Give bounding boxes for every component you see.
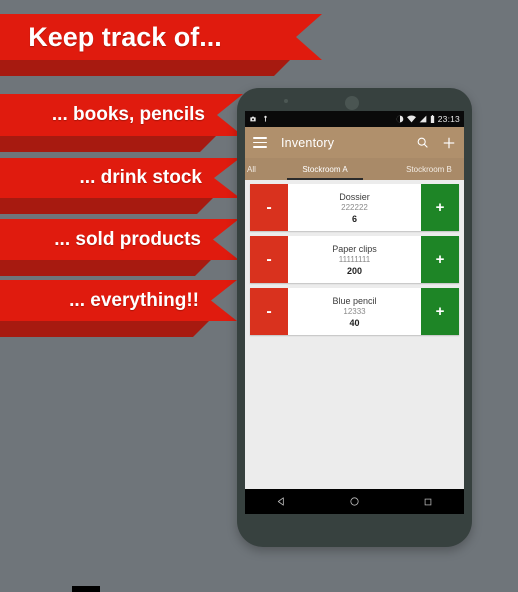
item-name: Dossier [339, 191, 370, 202]
table-row[interactable]: - Blue pencil 12333 40 + [250, 288, 459, 335]
promo-ribbon-text: ... books, pencils [51, 104, 205, 125]
app-bar: Inventory [245, 127, 464, 158]
screenshot-icon [249, 115, 257, 123]
table-row[interactable]: - Dossier 222222 6 + [250, 184, 459, 231]
promo-ribbon-band: ... sold products [0, 219, 239, 260]
status-bar-left-icons [249, 115, 269, 123]
battery-icon [430, 115, 435, 123]
tab-bar: All Stockroom A Stockroom B [245, 158, 464, 180]
promo-ribbon-text: ... everything!! [69, 289, 199, 311]
plus-icon[interactable] [442, 136, 456, 150]
recents-square-icon[interactable] [423, 497, 433, 507]
promo-ribbon-band: ... drink stock [0, 158, 240, 198]
promo-ribbon-fold [0, 60, 290, 76]
item-info: Paper clips 11111111 200 [288, 236, 421, 283]
tab-all[interactable]: All [245, 158, 273, 180]
usb-icon [262, 115, 269, 123]
increment-button[interactable]: + [421, 184, 459, 231]
promo-ribbon: Keep track of... [0, 14, 322, 60]
inventory-list: - Dossier 222222 6 + - Paper clips 11111… [245, 180, 464, 335]
android-nav-bar [245, 489, 464, 514]
promo-ribbon-band: ... everything!! [0, 280, 237, 321]
app-bar-actions [416, 136, 456, 150]
phone-top-bezel [237, 88, 472, 111]
status-bar-clock: 23:13 [437, 114, 460, 124]
sensor-icon [284, 99, 288, 103]
item-name: Paper clips [332, 243, 377, 254]
item-info: Dossier 222222 6 [288, 184, 421, 231]
promo-ribbon: ... everything!! [0, 280, 237, 321]
search-icon[interactable] [416, 136, 429, 149]
wifi-icon [406, 115, 416, 123]
tab-stockroom-a[interactable]: Stockroom A [273, 158, 377, 180]
decrement-button[interactable]: - [250, 184, 288, 231]
page-title: Inventory [281, 135, 335, 150]
promo-ribbon-fold [0, 136, 216, 152]
promo-ribbon-fold [0, 321, 209, 337]
hamburger-icon[interactable] [253, 137, 267, 148]
speaker-icon [345, 96, 359, 110]
tab-label: Stockroom A [302, 164, 348, 174]
promo-ribbon-band: Keep track of... [0, 14, 322, 60]
promo-ribbon: ... books, pencils [0, 94, 243, 136]
decrement-button[interactable]: - [250, 236, 288, 283]
item-code: 12333 [343, 306, 366, 316]
item-quantity: 200 [346, 265, 363, 276]
back-triangle-icon[interactable] [276, 496, 287, 507]
item-code: 11111111 [338, 254, 371, 264]
promo-ribbon-fold [0, 198, 213, 214]
item-name: Blue pencil [332, 295, 377, 306]
phone-mockup: 23:13 Inventory All Stockroom A Stockroo… [237, 88, 472, 547]
promo-ribbon-fold [0, 260, 211, 276]
signal-icon [419, 115, 427, 123]
table-row[interactable]: - Paper clips 11111111 200 + [250, 236, 459, 283]
item-quantity: 40 [349, 317, 360, 328]
item-code: 222222 [341, 202, 368, 212]
home-circle-icon[interactable] [349, 496, 360, 507]
bottom-edge-strip [72, 586, 100, 592]
item-info: Blue pencil 12333 40 [288, 288, 421, 335]
decrement-button[interactable]: - [250, 288, 288, 335]
do-not-disturb-icon [396, 115, 404, 123]
status-bar-right-icons: 23:13 [396, 114, 460, 124]
promo-ribbon-text: ... sold products [54, 228, 201, 250]
status-bar: 23:13 [245, 111, 464, 127]
promo-ribbon-text: ... drink stock [79, 167, 202, 188]
tab-stockroom-b[interactable]: Stockroom B [377, 158, 464, 180]
increment-button[interactable]: + [421, 288, 459, 335]
tab-label: Stockroom B [406, 164, 452, 174]
promo-ribbon-text: Keep track of... [28, 21, 222, 52]
increment-button[interactable]: + [421, 236, 459, 283]
item-quantity: 6 [351, 213, 357, 224]
phone-screen: 23:13 Inventory All Stockroom A Stockroo… [245, 111, 464, 489]
promo-ribbon-band: ... books, pencils [0, 94, 243, 136]
promo-ribbon: ... sold products [0, 219, 239, 260]
promo-ribbon: ... drink stock [0, 158, 240, 198]
tab-label: All [247, 164, 256, 174]
